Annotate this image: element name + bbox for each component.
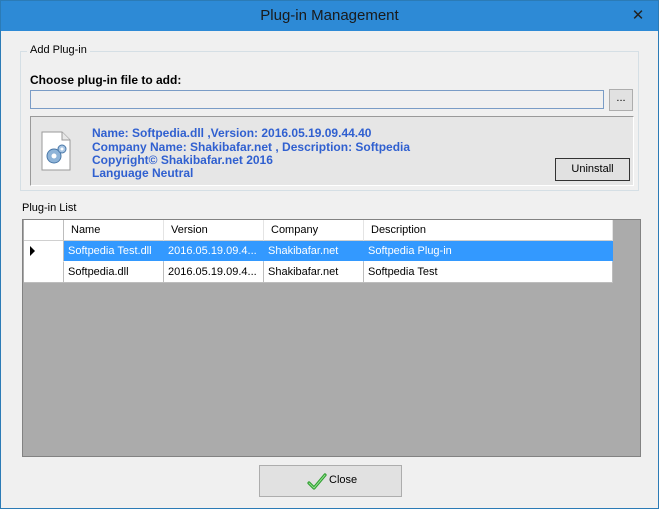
table-row[interactable]: Softpedia.dll 2016.05.19.09.4... Shakiba… — [24, 262, 613, 283]
cell-version[interactable]: 2016.05.19.09.4... — [164, 262, 264, 283]
window-close-icon[interactable]: ✕ — [628, 6, 648, 26]
cell-name[interactable]: Softpedia.dll — [64, 262, 164, 283]
dll-file-gear-icon — [41, 131, 71, 171]
info-name-version: Name: Softpedia.dll ,Version: 2016.05.19… — [92, 126, 372, 140]
close-button[interactable]: Close — [259, 465, 402, 497]
green-check-icon — [307, 473, 327, 490]
info-copyright: Copyright© Shakibafar.net 2016 — [92, 153, 273, 167]
window-title: Plug-in Management — [260, 7, 399, 24]
table-row[interactable]: Softpedia Test.dll 2016.05.19.09.4... Sh… — [24, 241, 613, 262]
cell-description[interactable]: Softpedia Test — [364, 262, 613, 283]
column-header-version[interactable]: Version — [164, 220, 264, 241]
row-header[interactable] — [24, 241, 64, 262]
info-language: Language Neutral — [92, 166, 194, 180]
row-header[interactable] — [24, 262, 64, 283]
cell-version[interactable]: 2016.05.19.09.4... — [164, 241, 264, 262]
cell-name[interactable]: Softpedia Test.dll — [64, 241, 164, 262]
browse-button[interactable]: ... — [609, 89, 633, 111]
plugin-list-grid[interactable]: Name Version Company Description Softped… — [22, 219, 641, 457]
choose-file-label: Choose plug-in file to add: — [30, 73, 182, 87]
grid-header-row: Name Version Company Description — [24, 220, 613, 241]
column-header-description[interactable]: Description — [364, 220, 613, 241]
current-row-arrow-icon — [30, 246, 35, 256]
column-header-company[interactable]: Company — [264, 220, 364, 241]
plugin-path-input[interactable] — [30, 90, 604, 109]
title-bar[interactable]: Plug-in Management ✕ — [1, 1, 658, 31]
cell-company[interactable]: Shakibafar.net — [264, 241, 364, 262]
close-button-label: Close — [329, 474, 358, 486]
uninstall-button[interactable]: Uninstall — [555, 158, 630, 181]
plugin-list-caption: Plug-in List — [19, 202, 80, 214]
add-plugin-caption: Add Plug-in — [27, 44, 90, 56]
cell-description[interactable]: Softpedia Plug-in — [364, 241, 613, 262]
plugin-management-window: Plug-in Management ✕ Add Plug-in Choose … — [0, 0, 659, 509]
info-company-description: Company Name: Shakibafar.net , Descripti… — [92, 140, 411, 154]
cell-company[interactable]: Shakibafar.net — [264, 262, 364, 283]
column-header-name[interactable]: Name — [64, 220, 164, 241]
row-header-corner — [24, 220, 64, 241]
